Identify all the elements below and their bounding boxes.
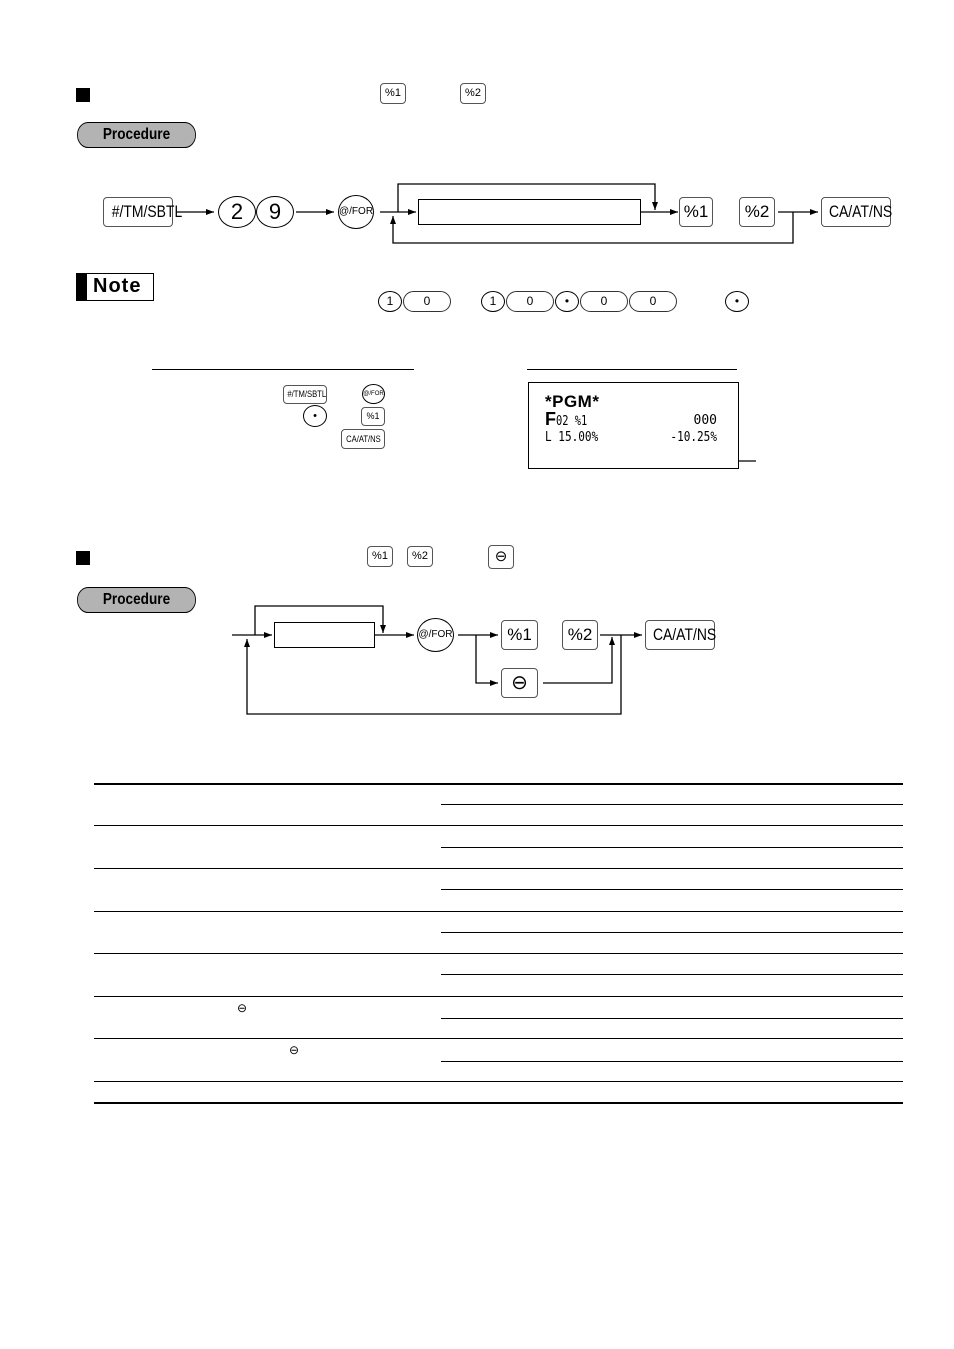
key-label: @/FOR — [363, 391, 384, 397]
key-label: %2 — [412, 550, 428, 562]
procedure-label: Procedure — [102, 591, 171, 608]
key-ca-at-ns: CA/AT/NS — [821, 197, 893, 227]
note-label: Note — [93, 275, 142, 297]
key-at-for: @/FOR — [417, 618, 454, 652]
key-label: @/FOR — [339, 206, 374, 217]
key-at-for: @/FOR — [362, 384, 385, 404]
key-label: 1 — [386, 294, 394, 308]
key-label: 0 — [526, 294, 534, 308]
receipt-line-rate: L 15.00% — [545, 430, 599, 445]
input-box — [418, 199, 641, 225]
key-label: CA/AT/NS — [345, 434, 381, 444]
input-box — [274, 622, 375, 648]
key-label: #/TM/SBTL — [111, 202, 183, 221]
table-top-rule — [94, 783, 903, 785]
minus-icon: ⊖ — [511, 672, 528, 694]
key-percent2: %2 — [739, 197, 775, 227]
key-percent1: %1 — [367, 546, 393, 567]
key-label: 1 — [489, 294, 497, 308]
key-digit-1: 1 — [481, 291, 505, 312]
print-header-rule — [527, 369, 737, 371]
key-operation-header-rule — [152, 369, 414, 371]
table-row-rule — [94, 953, 903, 954]
key-decimal-point: • — [725, 291, 749, 312]
key-percent1: %1 — [679, 197, 713, 227]
note-bar — [77, 274, 87, 300]
table-subrow-rule — [441, 847, 903, 848]
receipt-rate-value: -10.25% — [670, 430, 717, 445]
key-label: %2 — [567, 625, 593, 644]
key-percent2: %2 — [562, 620, 598, 650]
key-label: @/FOR — [418, 629, 453, 640]
key-decimal-point: • — [555, 291, 579, 312]
key-label: %1 — [366, 411, 380, 421]
key-label: %2 — [744, 202, 770, 221]
minus-icon: ⊖ — [289, 1043, 300, 1057]
key-label: • — [313, 410, 317, 422]
key-digit-9: 9 — [256, 196, 294, 228]
key-digit-0: 0 — [580, 291, 628, 312]
key-minus: ⊖ — [488, 545, 514, 569]
key-tm-sbtl: #/TM/SBTL — [103, 197, 182, 227]
key-digit-0: 0 — [629, 291, 677, 312]
table-subrow-rule — [441, 1061, 903, 1062]
key-label: CA/AT/NS — [652, 625, 717, 644]
note-badge: Note — [76, 273, 154, 301]
key-percent1: %1 — [361, 407, 385, 426]
key-decimal-point: • — [303, 405, 327, 427]
key-label: %1 — [683, 202, 709, 221]
receipt-function-code: 02 %1 — [556, 414, 588, 429]
key-tm-sbtl: #/TM/SBTL — [283, 385, 327, 404]
minus-icon: ⊖ — [494, 548, 508, 565]
key-digit-0: 0 — [506, 291, 554, 312]
table-row-rule — [94, 996, 903, 997]
key-label: #/TM/SBTL — [287, 389, 327, 399]
key-label: CA/AT/NS — [828, 202, 893, 221]
key-minus: ⊖ — [501, 668, 538, 698]
table-row-rule — [94, 825, 903, 826]
receipt-function-prefix: F — [545, 409, 556, 429]
table-subrow-rule — [441, 1018, 903, 1019]
key-label: • — [564, 294, 570, 308]
key-label: %1 — [507, 625, 532, 644]
branch-line — [475, 635, 498, 686]
table-row-rule — [94, 868, 903, 869]
key-label: 0 — [649, 294, 657, 308]
key-at-for: @/FOR — [338, 195, 374, 229]
key-label: 9 — [268, 199, 282, 224]
table-row-rule — [94, 1038, 903, 1039]
minus-icon: ⊖ — [237, 1001, 248, 1015]
section-bullet — [76, 551, 90, 565]
key-label: 0 — [600, 294, 608, 308]
receipt-function-value: 000 — [693, 413, 717, 428]
table-subrow-rule — [441, 932, 903, 933]
table-row-rule — [94, 911, 903, 912]
table-row-rule — [94, 1081, 903, 1082]
key-percent1: %1 — [501, 620, 538, 650]
key-label: 2 — [230, 199, 244, 224]
key-label: %1 — [372, 550, 388, 562]
table-subrow-rule — [441, 974, 903, 975]
key-ca-at-ns: CA/AT/NS — [645, 620, 717, 650]
table-bottom-rule — [94, 1102, 903, 1104]
key-digit-2: 2 — [218, 196, 256, 228]
key-ca-at-ns: CA/AT/NS — [341, 429, 385, 449]
key-label: 0 — [423, 294, 431, 308]
key-percent2: %2 — [407, 546, 433, 567]
key-digit-0: 0 — [403, 291, 451, 312]
key-label: • — [734, 294, 740, 308]
procedure-badge: Procedure — [77, 587, 196, 613]
table-subrow-rule — [441, 804, 903, 805]
receipt-line-function: F02 %1 — [545, 409, 595, 430]
key-digit-1: 1 — [378, 291, 402, 312]
table-subrow-rule — [441, 889, 903, 890]
